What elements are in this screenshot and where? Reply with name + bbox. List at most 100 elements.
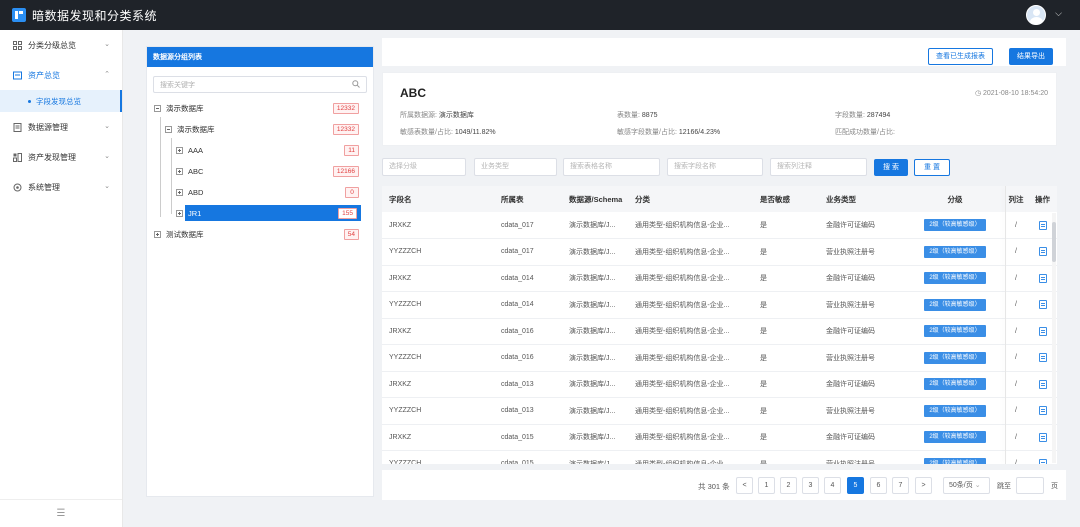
tree-node[interactable]: 演示数据库 12332 bbox=[147, 98, 373, 119]
table-row[interactable]: JRXKZ cdata_015 演示数据库/J... 通用类型-组织机构信息-企业..… bbox=[382, 424, 1057, 451]
column-header[interactable]: 分级 bbox=[906, 186, 1004, 212]
datasource-info-card: ABC ◷ 2021-08-10 18:54:20 所属数据源: 演示数据库 表… bbox=[382, 72, 1057, 146]
goto-label: 跳至 bbox=[997, 483, 1011, 490]
detail-icon[interactable] bbox=[1038, 220, 1047, 230]
column-header: 操作 bbox=[1028, 186, 1057, 212]
table-cell: cdata_015 bbox=[494, 450, 562, 464]
level-select[interactable]: 选择分级 bbox=[382, 158, 466, 176]
column-header[interactable]: 是否敏感 bbox=[753, 186, 819, 212]
table-row[interactable]: JRXKZ cdata_013 演示数据库/J... 通用类型-组织机构信息-企业..… bbox=[382, 371, 1057, 398]
tree-node[interactable]: AAA 11 bbox=[147, 140, 373, 161]
detail-icon[interactable] bbox=[1038, 406, 1047, 416]
column-header[interactable]: 字段名 bbox=[382, 186, 494, 212]
expand-icon[interactable] bbox=[176, 147, 183, 154]
table-cell: YYZZZCH bbox=[382, 238, 494, 266]
count-badge: 12332 bbox=[332, 103, 359, 114]
sidebar-item-asset-discovery[interactable]: 资产发现管理 ⌄ bbox=[0, 142, 122, 172]
sidebar-item-label: 数据源管理 bbox=[28, 122, 68, 132]
page-button[interactable]: 2 bbox=[780, 477, 797, 494]
table-row[interactable]: YYZZZCHcdata_015演示数据库/J...通用类型-组织机构信息-企业… bbox=[382, 450, 1057, 464]
column-comment-input[interactable]: 搜索列注释 bbox=[770, 158, 867, 176]
count-badge: 54 bbox=[343, 229, 359, 240]
detail-icon[interactable] bbox=[1038, 273, 1047, 283]
detail-icon[interactable] bbox=[1038, 300, 1047, 310]
prev-page-button[interactable]: < bbox=[736, 477, 753, 494]
page-size-select[interactable]: 50条/页 ⌄ bbox=[943, 477, 990, 494]
table-cell: / bbox=[1004, 318, 1028, 345]
page-unit-label: 页 bbox=[1051, 483, 1058, 490]
sidebar-item-datasource[interactable]: 数据源管理 ⌄ bbox=[0, 112, 122, 142]
tree-node[interactable]: 测试数据库 54 bbox=[147, 224, 373, 245]
expand-icon[interactable] bbox=[154, 231, 161, 238]
column-header[interactable]: 列注 bbox=[1004, 186, 1028, 212]
table-row[interactable]: YYZZZCH cdata_016 演示数据库/J... 通用类型-组织机构信息-企业… bbox=[382, 344, 1057, 372]
table-cell: 演示数据库/J... bbox=[562, 450, 628, 464]
level-tag: 2级（较高敏感级） bbox=[924, 272, 986, 285]
table-row[interactable]: JRXKZ cdata_016 演示数据库/J... 通用类型-组织机构信息-企业..… bbox=[382, 318, 1057, 345]
tree-node-selected[interactable]: JR1 155 bbox=[147, 203, 373, 224]
avatar[interactable] bbox=[1026, 5, 1046, 25]
expand-icon[interactable] bbox=[176, 189, 183, 196]
goto-page-input[interactable] bbox=[1016, 477, 1044, 494]
chevron-down-icon: ⌄ bbox=[104, 123, 110, 130]
column-header[interactable]: 所属表 bbox=[494, 186, 562, 212]
level-cell: 2级（较高敏感级） bbox=[906, 344, 1004, 372]
info-sensitive-fields: 敏感字段数量/占比: 12166/4.23% bbox=[617, 129, 721, 136]
table-cell: / bbox=[1004, 212, 1028, 239]
next-page-button[interactable]: > bbox=[915, 477, 932, 494]
detail-icon[interactable] bbox=[1038, 326, 1047, 336]
field-name-input[interactable]: 搜索字段名称 bbox=[667, 158, 763, 176]
page-button[interactable]: 7 bbox=[892, 477, 909, 494]
sidebar-subitem-field-discovery[interactable]: 字段发现总览 bbox=[0, 90, 122, 112]
fields-table: 字段名 所属表 数据源/Schema 分类 是否敏感 业务类型 分级 列注 操作… bbox=[382, 186, 1057, 464]
table-row[interactable]: YYZZZCH cdata_014 演示数据库/J... 通用类型-组织机构信息-企业… bbox=[382, 291, 1057, 319]
detail-icon[interactable] bbox=[1038, 379, 1047, 389]
table-cell: 营业执照注册号 bbox=[819, 344, 906, 372]
table-cell: 演示数据库/J... bbox=[562, 397, 628, 425]
level-tag: 2级（较高敏感级） bbox=[924, 219, 986, 231]
collapse-icon[interactable] bbox=[154, 105, 161, 112]
sidebar-item-classification-overview[interactable]: 分类分级总览 ⌄ bbox=[0, 30, 122, 60]
level-cell: 2级（较高敏感级） bbox=[906, 397, 1004, 425]
table-cell: 通用类型-组织机构信息-企业... bbox=[628, 450, 753, 464]
detail-icon[interactable] bbox=[1038, 432, 1047, 442]
tree-node[interactable]: ABD 0 bbox=[147, 182, 373, 203]
sidebar-item-system[interactable]: 系统管理 ⌄ bbox=[0, 172, 122, 202]
detail-icon[interactable] bbox=[1038, 353, 1047, 363]
menu-fold-icon: ☰ bbox=[56, 508, 66, 519]
detail-icon[interactable] bbox=[1038, 459, 1047, 464]
table-name-input[interactable]: 搜索表格名称 bbox=[563, 158, 660, 176]
table-row[interactable]: JRXKZ cdata_017 演示数据库/J... 通用类型-组织机构信息-企业..… bbox=[382, 212, 1057, 239]
collapse-sidebar-button[interactable]: ☰ bbox=[0, 499, 122, 527]
table-cell: JRXKZ bbox=[382, 212, 494, 239]
detail-icon[interactable] bbox=[1038, 247, 1047, 257]
column-header[interactable]: 业务类型 bbox=[819, 186, 906, 212]
expand-icon[interactable] bbox=[176, 168, 183, 175]
table-row[interactable]: JRXKZ cdata_014 演示数据库/J... 通用类型-组织机构信息-企业..… bbox=[382, 265, 1057, 292]
collapse-icon[interactable] bbox=[165, 126, 172, 133]
page-button[interactable]: 1 bbox=[758, 477, 775, 494]
tree-search-input[interactable]: 搜索关键字 bbox=[153, 76, 367, 93]
table-row[interactable]: YYZZZCH cdata_017 演示数据库/J... 通用类型-组织机构信息-企业… bbox=[382, 238, 1057, 266]
export-results-button[interactable]: 结果导出 bbox=[1009, 48, 1053, 65]
sidebar-item-asset-overview[interactable]: 资产总览 ⌃ bbox=[0, 60, 122, 90]
column-header[interactable]: 数据源/Schema bbox=[562, 186, 628, 212]
level-tag: 2级（较高敏感级） bbox=[924, 431, 986, 444]
table-scrollbar-thumb[interactable] bbox=[1052, 222, 1056, 262]
column-header[interactable]: 分类 bbox=[628, 186, 753, 212]
tree-node[interactable]: ABC 12166 bbox=[147, 161, 373, 182]
reset-button[interactable]: 重 置 bbox=[914, 159, 950, 176]
page-button-current[interactable]: 5 bbox=[847, 477, 864, 494]
biz-type-select[interactable]: 业务类型 bbox=[474, 158, 557, 176]
expand-icon[interactable] bbox=[176, 210, 183, 217]
search-icon[interactable] bbox=[352, 80, 360, 88]
tree-node[interactable]: 演示数据库 12332 bbox=[147, 119, 373, 140]
table-cell: 演示数据库/J... bbox=[562, 212, 628, 239]
page-button[interactable]: 4 bbox=[824, 477, 841, 494]
table-row[interactable]: YYZZZCH cdata_013 演示数据库/J... 通用类型-组织机构信息-企业… bbox=[382, 397, 1057, 425]
view-reports-button[interactable]: 查看已生成报表 bbox=[928, 48, 993, 65]
chevron-down-icon[interactable]: ⌵ bbox=[1055, 8, 1062, 19]
page-button[interactable]: 3 bbox=[802, 477, 819, 494]
search-button[interactable]: 搜 索 bbox=[874, 159, 908, 176]
page-button[interactable]: 6 bbox=[870, 477, 887, 494]
